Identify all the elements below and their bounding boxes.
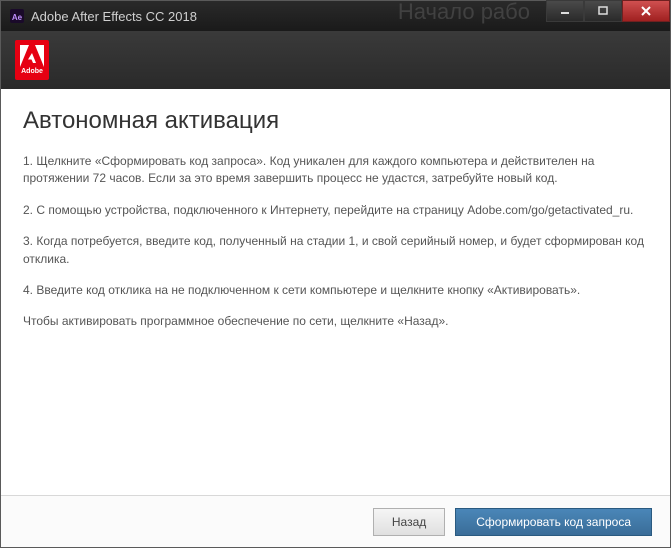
maximize-button[interactable] — [584, 0, 622, 22]
minimize-button[interactable] — [546, 0, 584, 22]
window-title: Adobe After Effects CC 2018 — [31, 9, 546, 24]
generate-request-code-button[interactable]: Сформировать код запроса — [455, 508, 652, 536]
adobe-logo: Adobe — [15, 40, 49, 80]
adobe-logo-text: Adobe — [21, 68, 43, 75]
titlebar: Ae Adobe After Effects CC 2018 Начало ра… — [1, 1, 670, 31]
instruction-note: Чтобы активировать программное обеспечен… — [23, 313, 648, 330]
back-button[interactable]: Назад — [373, 508, 445, 536]
app-icon: Ae — [9, 8, 25, 24]
app-window: Ae Adobe After Effects CC 2018 Начало ра… — [0, 0, 671, 548]
instruction-step-3: 3. Когда потребуется, введите код, получ… — [23, 233, 648, 268]
close-button[interactable] — [622, 0, 670, 22]
window-controls — [546, 1, 670, 31]
content-area: Автономная активация 1. Щелкните «Сформи… — [1, 89, 670, 331]
header-band: Adobe — [1, 31, 670, 89]
instruction-step-2: 2. С помощью устройства, подключенного к… — [23, 202, 648, 219]
instruction-step-4: 4. Введите код отклика на не подключенно… — [23, 282, 648, 299]
footer: Назад Сформировать код запроса — [1, 495, 670, 547]
page-heading: Автономная активация — [23, 107, 648, 135]
instruction-step-1: 1. Щелкните «Сформировать код запроса». … — [23, 153, 648, 188]
svg-text:Ae: Ae — [12, 13, 23, 22]
